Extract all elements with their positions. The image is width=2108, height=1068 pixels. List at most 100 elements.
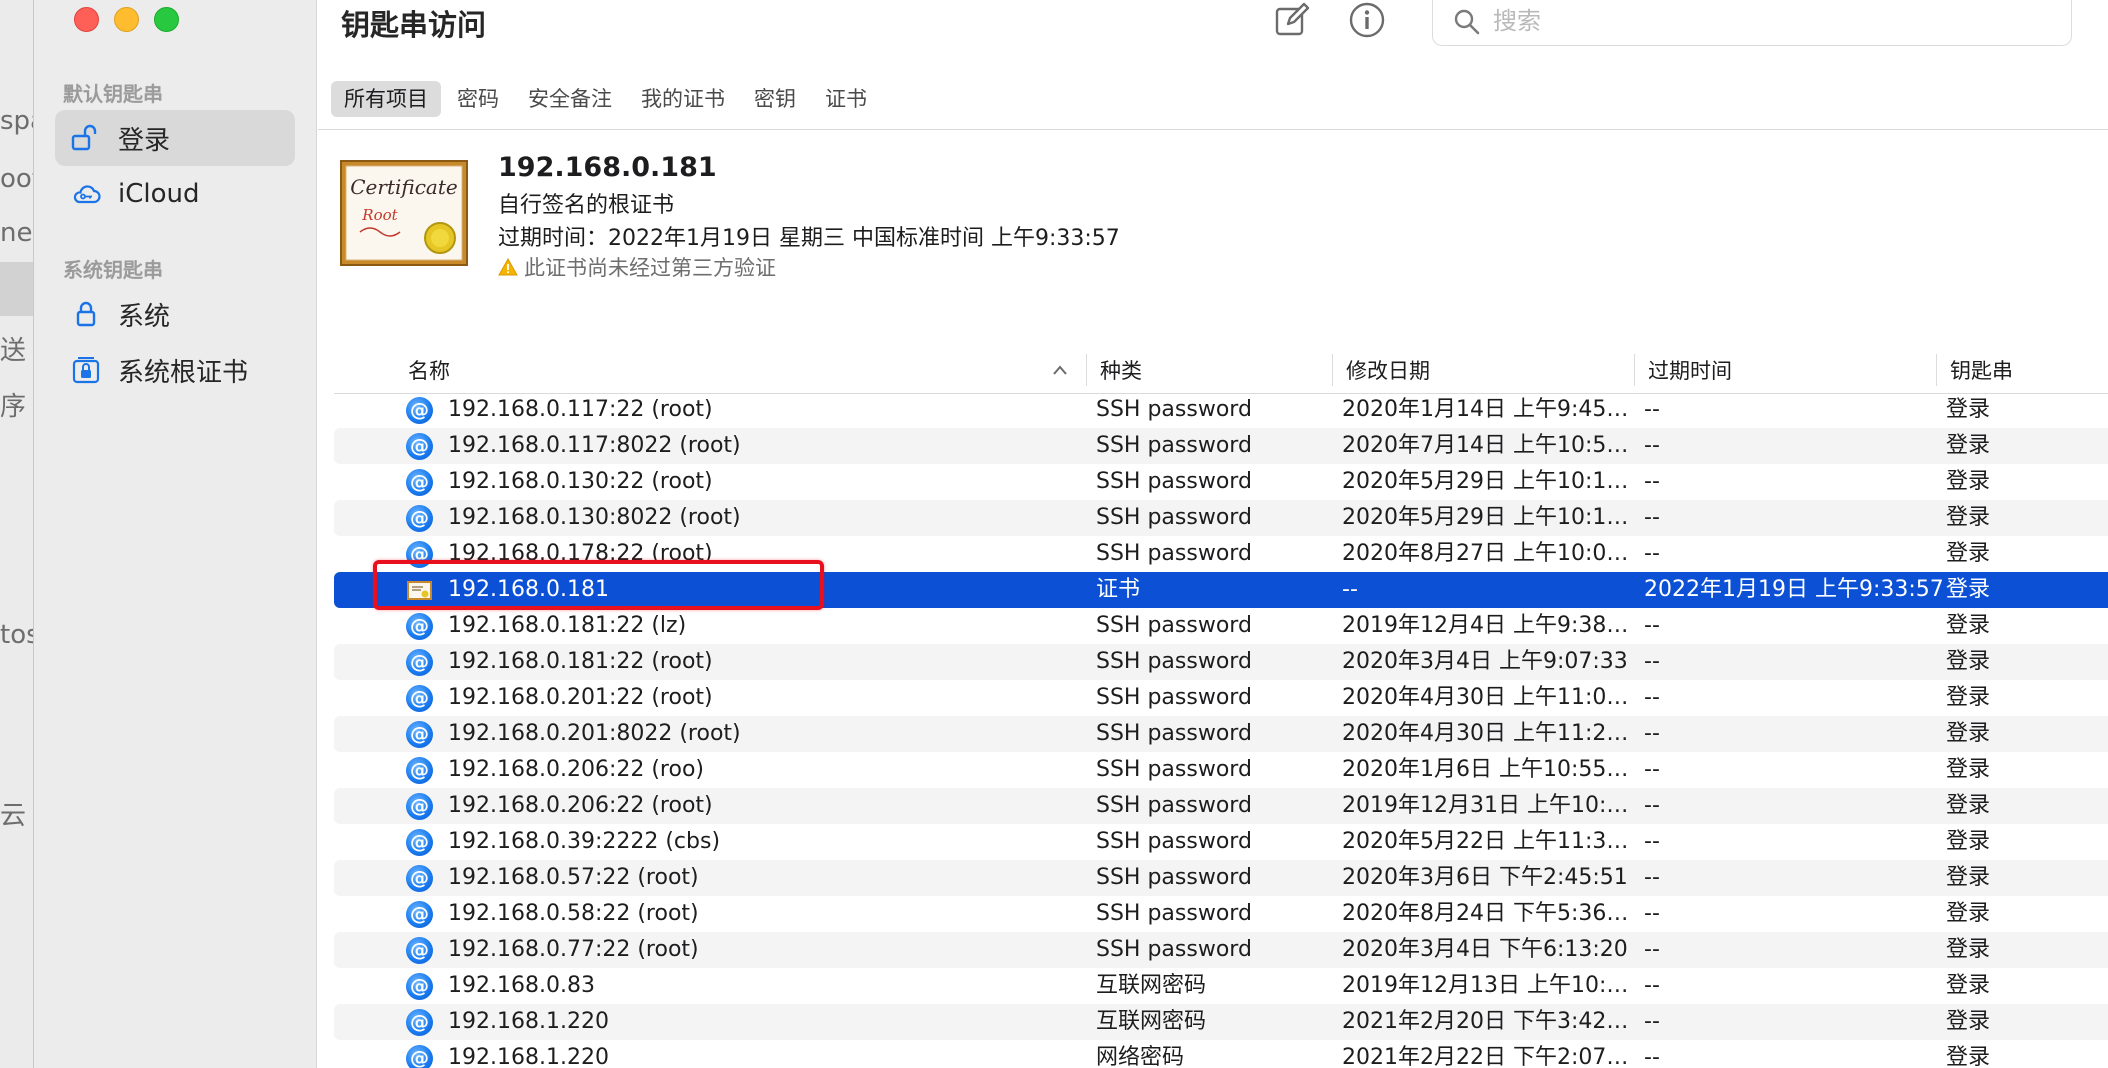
column-header-name[interactable]: 名称 (408, 348, 450, 394)
table-row[interactable]: @192.168.0.117:8022 (root) SSH password 20… (334, 428, 2108, 464)
at-icon: @ (406, 937, 433, 964)
row-name: 192.168.0.130:22 (root) (448, 469, 713, 494)
table-row[interactable]: @192.168.0.57:22 (root) SSH password 2020年… (334, 860, 2108, 896)
row-name: 192.168.0.83 (448, 973, 595, 998)
column-header-modified[interactable]: 修改日期 (1346, 348, 1430, 394)
sidebar-item-system-roots[interactable]: 系统根证书 (55, 342, 295, 398)
bg-text-fragment: oot (0, 164, 36, 194)
table-row[interactable]: @192.168.0.201:8022 (root) SSH password 20… (334, 716, 2108, 752)
tab-my-certificates[interactable]: 我的证书 (628, 81, 738, 117)
system-roots-icon (72, 357, 100, 384)
row-modified: 2019年12月13日 上午10:42:15 (1342, 973, 1634, 998)
row-modified: 2021年2月20日 下午3:42:36 (1342, 1009, 1634, 1034)
table-row[interactable]: @192.168.0.181:22 (root) SSH password 2020… (334, 644, 2108, 680)
column-separator[interactable] (1634, 354, 1635, 386)
sidebar-item-login[interactable]: 登录 (55, 110, 295, 166)
row-kind: SSH password (1096, 793, 1252, 818)
tab-passwords[interactable]: 密码 (444, 81, 512, 117)
table-row[interactable]: @192.168.0.201:22 (root) SSH password 2020… (334, 680, 2108, 716)
row-name: 192.168.0.130:8022 (root) (448, 505, 741, 530)
column-header-kind[interactable]: 种类 (1100, 348, 1142, 394)
bg-text-fragment: tos (0, 620, 36, 650)
table-row[interactable]: @192.168.0.58:22 (root) SSH password 2020年… (334, 896, 2108, 932)
column-separator[interactable] (1936, 354, 1937, 386)
row-name: 192.168.1.220 (448, 1045, 609, 1068)
at-icon: @ (406, 865, 433, 892)
row-modified: 2020年4月30日 上午11:02:47 (1342, 685, 1634, 710)
row-kind: SSH password (1096, 469, 1252, 494)
row-modified: 2020年5月22日 上午11:36:28 (1342, 829, 1634, 854)
tab-all-items[interactable]: 所有项目 (331, 81, 441, 117)
sidebar: 默认钥匙串 登录 iCloud 系统钥匙串 系统 系统根证书 (34, 0, 317, 1068)
sidebar-item-icloud[interactable]: iCloud (55, 166, 295, 222)
search-icon (1454, 9, 1480, 35)
at-icon: @ (406, 469, 433, 496)
search-input[interactable] (1493, 4, 2053, 38)
table-row[interactable]: @192.168.1.220 互联网密码 2021年2月20日 下午3:42:36-… (334, 1004, 2108, 1040)
row-kind: SSH password (1096, 613, 1252, 638)
zoom-window-button[interactable] (154, 7, 179, 32)
info-icon[interactable] (1347, 0, 1387, 40)
table-row[interactable]: @192.168.0.117:22 (root) SSH password 2020… (334, 392, 2108, 428)
row-expires: -- (1644, 937, 1660, 962)
table-row[interactable]: @192.168.0.39:2222 (cbs) SSH password 2020… (334, 824, 2108, 860)
minimize-window-button[interactable] (114, 7, 139, 32)
table-row[interactable]: @192.168.0.130:8022 (root) SSH password 20… (334, 500, 2108, 536)
window-title: 钥匙串访问 (341, 8, 487, 42)
row-expires: -- (1644, 541, 1660, 566)
table-row[interactable]: @192.168.0.130:22 (root) SSH password 2020… (334, 464, 2108, 500)
table-row[interactable]: @192.168.0.77:22 (root) SSH password 2020年… (334, 932, 2108, 968)
search-field[interactable] (1432, 0, 2072, 46)
row-modified: 2019年12月31日 上午10:17:44 (1342, 793, 1634, 818)
row-kind: SSH password (1096, 433, 1252, 458)
row-expires: 2022年1月19日 上午9:33:57 (1644, 577, 1944, 602)
row-expires: -- (1644, 1009, 1660, 1034)
table-row[interactable]: @192.168.0.206:22 (roo) SSH password 2020年… (334, 752, 2108, 788)
at-icon: @ (406, 397, 433, 424)
at-icon: @ (406, 1009, 433, 1036)
column-header-expires[interactable]: 过期时间 (1648, 348, 1732, 394)
items-table: @192.168.0.117:22 (root) SSH password 2020… (334, 392, 2108, 1068)
sidebar-item-system[interactable]: 系统 (55, 286, 295, 342)
row-name: 192.168.0.181:22 (root) (448, 649, 713, 674)
bg-text-fragment: spa (0, 106, 36, 136)
row-modified: 2020年4月30日 上午11:25:19 (1342, 721, 1634, 746)
row-expires: -- (1644, 469, 1660, 494)
tab-certificates[interactable]: 证书 (812, 81, 880, 117)
column-separator[interactable] (1086, 354, 1087, 386)
compose-icon[interactable] (1272, 0, 1312, 40)
table-row[interactable]: @192.168.0.206:22 (root) SSH password 2019… (334, 788, 2108, 824)
table-row[interactable]: @192.168.0.83 互联网密码 2019年12月13日 上午10:42:15… (334, 968, 2108, 1004)
row-kind: SSH password (1096, 541, 1252, 566)
row-modified: 2020年5月29日 上午10:12:40 (1342, 469, 1634, 494)
row-name: 192.168.1.220 (448, 1009, 609, 1034)
row-keychain: 登录 (1946, 1045, 1991, 1068)
at-icon: @ (406, 613, 433, 640)
tab-secure-notes[interactable]: 安全备注 (515, 81, 625, 117)
table-row[interactable]: @192.168.1.220 网络密码 2021年2月22日 下午2:07:48 --… (334, 1040, 2108, 1068)
close-window-button[interactable] (74, 7, 99, 32)
row-name: 192.168.0.206:22 (root) (448, 793, 713, 818)
table-row[interactable]: @192.168.0.181:22 (lz) SSH password 2019年1… (334, 608, 2108, 644)
row-modified: 2021年2月22日 下午2:07:48 (1342, 1045, 1634, 1068)
chevron-up-icon[interactable] (1052, 364, 1068, 376)
row-keychain: 登录 (1946, 973, 1991, 998)
tab-keys[interactable]: 密钥 (741, 81, 809, 117)
row-kind: SSH password (1096, 901, 1252, 926)
bg-highlight (0, 262, 36, 316)
row-expires: -- (1644, 973, 1660, 998)
column-separator[interactable] (1332, 354, 1333, 386)
row-modified: 2020年3月4日 下午6:13:20 (1342, 937, 1628, 962)
at-icon: @ (406, 721, 433, 748)
row-kind: SSH password (1096, 505, 1252, 530)
row-expires: -- (1644, 433, 1660, 458)
row-kind: SSH password (1096, 757, 1252, 782)
category-tabs: 所有项目 密码 安全备注 我的证书 密钥 证书 (331, 81, 883, 117)
column-header-keychain[interactable]: 钥匙串 (1950, 348, 2013, 394)
row-keychain: 登录 (1946, 937, 1991, 962)
at-icon: @ (406, 433, 433, 460)
sidebar-item-label: 登录 (118, 125, 171, 156)
row-keychain: 登录 (1946, 829, 1991, 854)
row-kind: 互联网密码 (1096, 1009, 1207, 1034)
bg-text-fragment: ner (0, 218, 36, 248)
